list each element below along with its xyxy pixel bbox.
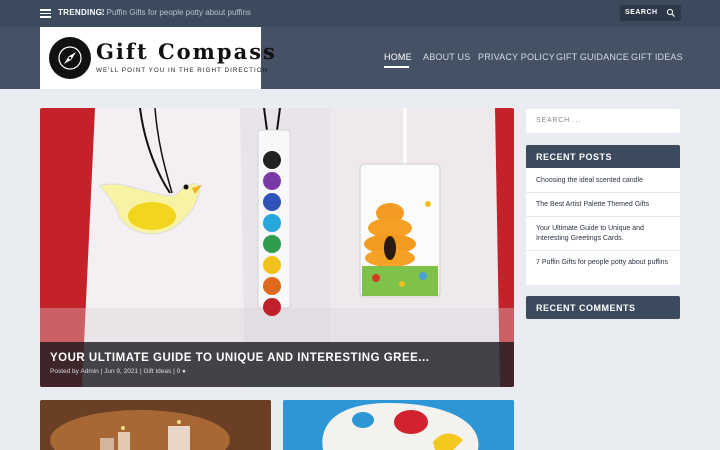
- meta-separator: |: [100, 368, 103, 375]
- recent-comments-header: RECENT COMMENTS: [526, 296, 680, 319]
- comment-icon: ●: [182, 368, 186, 375]
- logo-tagline: WE'LL POINT YOU IN THE RIGHT DIRECTION: [96, 67, 269, 74]
- top-bar: TRENDING: 7 Puffin Gifts for people pott…: [0, 0, 720, 27]
- featured-title[interactable]: YOUR ULTIMATE GUIDE TO UNIQUE AND INTERE…: [50, 352, 429, 364]
- post-thumb-palette[interactable]: [283, 400, 514, 450]
- recent-comments-title: RECENT COMMENTS: [536, 303, 636, 313]
- divider: [526, 250, 680, 251]
- nav-home[interactable]: HOME: [384, 52, 412, 62]
- featured-post[interactable]: YOUR ULTIMATE GUIDE TO UNIQUE AND INTERE…: [40, 108, 514, 387]
- sidebar-search-input[interactable]: SEARCH ...: [526, 109, 680, 133]
- recent-posts-title: RECENT POSTS: [536, 152, 613, 162]
- post-thumb-candles[interactable]: [40, 400, 271, 450]
- recent-posts-list: Choosing the ideal scented candle The Be…: [526, 168, 680, 285]
- meta-separator: |: [173, 368, 175, 375]
- compass-icon: [49, 37, 91, 79]
- recent-post-link[interactable]: The Best Artist Palette Themed Gifts: [536, 200, 672, 210]
- meta-posted-by: Posted by: [50, 368, 79, 375]
- sidebar-search-placeholder: SEARCH ...: [536, 117, 581, 124]
- palette-image: [283, 400, 514, 450]
- featured-meta: Posted by Admin | Jun 9, 2021 | Gift Ide…: [50, 368, 186, 375]
- trending-link[interactable]: 7 Puffin Gifts for people potty about pu…: [100, 8, 251, 17]
- logo-title: Gift Compass: [96, 39, 277, 64]
- meta-author[interactable]: Admin: [80, 368, 98, 375]
- trending-label: TRENDING:: [58, 8, 106, 17]
- featured-caption: YOUR ULTIMATE GUIDE TO UNIQUE AND INTERE…: [40, 342, 514, 387]
- meta-category[interactable]: Gift Ideas: [143, 368, 171, 375]
- nav-privacy-policy[interactable]: PRIVACY POLICY: [478, 52, 555, 62]
- nav-about-us[interactable]: ABOUT US: [423, 52, 470, 62]
- recent-post-link[interactable]: Choosing the ideal scented candle: [536, 176, 672, 186]
- site-logo[interactable]: Gift Compass WE'LL POINT YOU IN THE RIGH…: [40, 27, 275, 89]
- site-header: Gift Compass WE'LL POINT YOU IN THE RIGH…: [0, 27, 720, 89]
- recent-post-link[interactable]: Your Ultimate Guide to Unique and Intere…: [536, 224, 672, 244]
- search-icon[interactable]: [666, 8, 676, 18]
- nav-gift-guidance[interactable]: GIFT GUIDANCE: [556, 52, 629, 62]
- divider: [526, 216, 680, 217]
- nav-gift-ideas[interactable]: GIFT IDEAS: [631, 52, 683, 62]
- meta-date: Jun 9, 2021: [104, 368, 139, 375]
- recent-post-link[interactable]: 7 Puffin Gifts for people potty about pu…: [536, 258, 672, 268]
- meta-separator: |: [139, 368, 142, 375]
- candle-image: [40, 400, 271, 450]
- top-search-box[interactable]: SEARCH: [620, 5, 681, 21]
- divider: [526, 192, 680, 193]
- recent-posts-header: RECENT POSTS: [526, 145, 680, 168]
- top-search-label: SEARCH: [625, 9, 658, 16]
- meta-comments[interactable]: 0: [177, 368, 181, 375]
- nav-active-underline: [384, 66, 409, 68]
- menu-icon[interactable]: [40, 9, 51, 18]
